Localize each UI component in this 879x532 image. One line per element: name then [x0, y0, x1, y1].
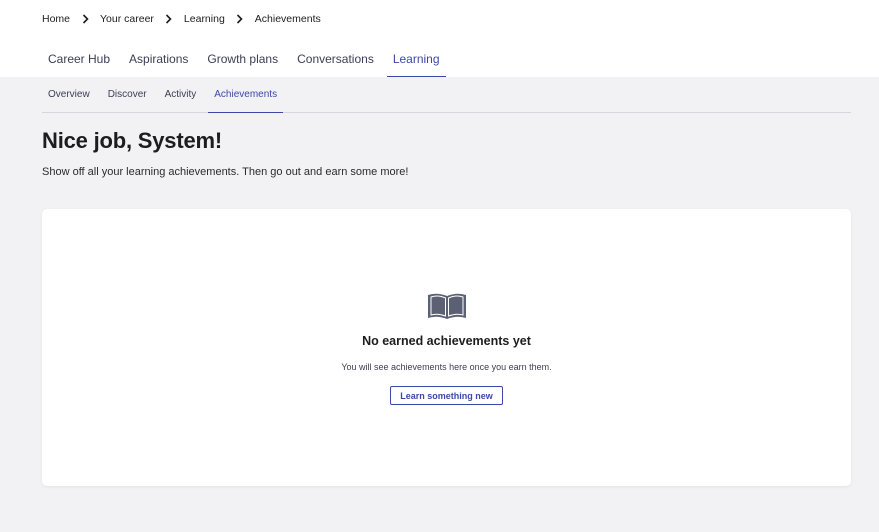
breadcrumb-your-career[interactable]: Your career [100, 13, 154, 25]
subtab-achievements[interactable]: Achievements [208, 77, 283, 113]
empty-state-title: No earned achievements yet [362, 334, 531, 348]
breadcrumb-achievements: Achievements [254, 13, 321, 25]
chevron-right-icon [225, 13, 255, 25]
subtab-activity[interactable]: Activity [159, 77, 203, 112]
chevron-right-icon [154, 13, 184, 25]
learn-something-new-button[interactable]: Learn something new [390, 386, 503, 405]
empty-state-card: No earned achievements yet You will see … [42, 209, 851, 486]
sub-tabs: Overview Discover Activity Achievements [42, 77, 851, 113]
breadcrumb: Home Your career Learning Achievements [42, 13, 321, 25]
tab-aspirations[interactable]: Aspirations [123, 44, 194, 77]
top-header: Home Your career Learning Achievements C… [0, 0, 879, 77]
tab-conversations[interactable]: Conversations [291, 44, 380, 77]
empty-state-description: You will see achievements here once you … [341, 362, 552, 372]
subtab-discover[interactable]: Discover [102, 77, 153, 112]
main-tabs: Career Hub Aspirations Growth plans Conv… [42, 44, 453, 77]
tab-growth-plans[interactable]: Growth plans [201, 44, 284, 77]
page-title: Nice job, System! [42, 128, 222, 153]
breadcrumb-home[interactable]: Home [42, 13, 70, 25]
subtab-overview[interactable]: Overview [42, 77, 96, 112]
chevron-right-icon [70, 13, 100, 25]
tab-learning[interactable]: Learning [386, 44, 446, 77]
breadcrumb-learning[interactable]: Learning [184, 13, 225, 25]
tab-career-hub[interactable]: Career Hub [42, 44, 116, 77]
page-subtitle: Show off all your learning achievements.… [42, 166, 409, 178]
open-book-icon [427, 291, 467, 321]
